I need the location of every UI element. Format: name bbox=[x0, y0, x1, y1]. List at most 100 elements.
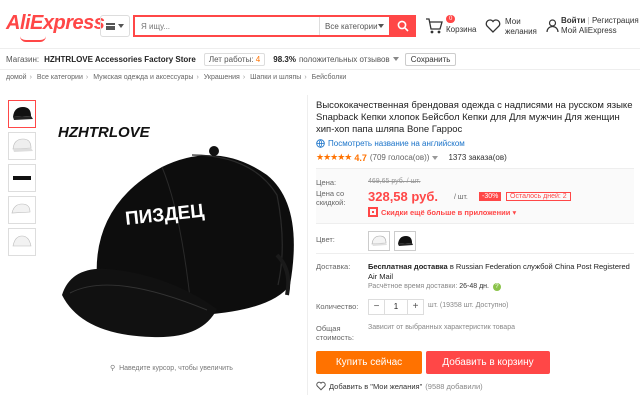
shipping-method[interactable]: Бесплатная доставка в Russian Federation… bbox=[368, 262, 630, 282]
breadcrumb: домой › Все категории › Мужская одежда и а… bbox=[6, 74, 347, 81]
total-label-line2: стоимость: bbox=[316, 333, 354, 342]
shipping-label: Доставка: bbox=[316, 262, 351, 271]
price-label: Цена: bbox=[316, 178, 337, 187]
store-rating-label[interactable]: положительных отзывов bbox=[299, 55, 390, 64]
search-category-select[interactable]: Все категории bbox=[319, 17, 389, 35]
magnifier-icon: ⚲ bbox=[110, 365, 116, 372]
store-years-label: Лет работы: bbox=[208, 54, 254, 64]
column-divider bbox=[307, 95, 308, 395]
cart-link[interactable]: 0 Корзина bbox=[425, 15, 481, 39]
quantity-row: Количество: − 1 + шт. (19358 шт. Доступн… bbox=[316, 299, 634, 315]
user-icon bbox=[546, 19, 559, 33]
breadcrumb-item[interactable]: Мужская одежда и аксессуары bbox=[93, 74, 193, 81]
menu-icon bbox=[106, 22, 115, 30]
cart-label: Корзина bbox=[446, 25, 477, 34]
cart-icon bbox=[426, 18, 443, 34]
chevron-down-icon bbox=[378, 24, 384, 28]
add-to-wishlist-link[interactable]: Добавить в "Мои желания" (9588 добавили) bbox=[316, 381, 483, 391]
search-category-label: Все категории bbox=[325, 21, 378, 31]
categories-menu-button[interactable] bbox=[100, 15, 130, 37]
product-info: Высококачественная брендовая одежда с на… bbox=[316, 100, 634, 163]
wishlist-link[interactable]: Мои желания bbox=[485, 15, 545, 41]
discount-badge: -30% bbox=[479, 192, 502, 201]
chevron-down-icon: ▾ bbox=[512, 208, 517, 217]
days-left-badge: Осталось дней: 2 bbox=[506, 192, 571, 201]
breadcrumb-item[interactable]: Шапки и шляпы bbox=[250, 74, 301, 81]
orders-count: 1373 заказа(ов) bbox=[448, 153, 507, 162]
chevron-down-icon[interactable] bbox=[432, 155, 439, 160]
rating-row: ★★★★★ 4.7 (709 голоса(ов)) 1373 заказа(о… bbox=[316, 152, 634, 163]
translate-title-link[interactable]: Посмотреть название на английском bbox=[316, 139, 634, 148]
thumbnail-black-cap[interactable] bbox=[8, 100, 36, 128]
wishlist-label: Мои желания bbox=[505, 17, 537, 36]
old-price: 469,65 руб. / шт. bbox=[368, 178, 421, 185]
delivery-time-value: 26-48 дн. bbox=[459, 283, 489, 290]
thumbnail-white-cap-side[interactable] bbox=[8, 196, 36, 224]
account-area: Войти | Регистрация Мой AliExpress bbox=[546, 15, 640, 41]
discount-price-label-line1: Цена со bbox=[316, 189, 345, 198]
main-product-image[interactable]: HZHTRLOVE ПИЗДЕЦ bbox=[42, 95, 304, 363]
delivery-time-label: Расчётное время доставки: bbox=[368, 283, 458, 290]
buy-now-button[interactable]: Купить сейчас bbox=[316, 351, 422, 374]
total-label-line1: Общая bbox=[316, 324, 341, 333]
thumbnail-white-cap[interactable] bbox=[8, 132, 36, 160]
app-promo-link[interactable]: Скидки ещё больше в приложении ▾ bbox=[381, 208, 516, 217]
heart-icon bbox=[485, 19, 501, 33]
login-link[interactable]: Войти bbox=[561, 16, 585, 25]
aliexpress-logo[interactable]: AliExpress bbox=[6, 12, 105, 35]
price-box: Цена: 469,65 руб. / шт. Цена со скидкой:… bbox=[316, 168, 634, 224]
qr-code-icon[interactable] bbox=[368, 207, 378, 217]
quantity-input[interactable]: 1 bbox=[384, 300, 408, 314]
section-divider bbox=[316, 253, 634, 254]
color-label: Цвет: bbox=[316, 235, 335, 244]
store-prefix: Магазин: bbox=[6, 54, 40, 64]
logo-smile-icon bbox=[20, 36, 46, 42]
breadcrumb-item[interactable]: Все категории bbox=[37, 74, 83, 81]
app-promo-label: Скидки ещё больше в приложении bbox=[381, 208, 511, 217]
zoom-hint: ⚲ Наведите курсор, чтобы увеличить bbox=[110, 364, 233, 372]
store-years-badge: Лет работы: 4 bbox=[203, 52, 266, 66]
wishlist-count: (9588 добавили) bbox=[425, 381, 483, 391]
register-link[interactable]: Регистрация bbox=[592, 16, 639, 25]
quantity-increase-button[interactable]: + bbox=[408, 300, 423, 314]
breadcrumb-item[interactable]: Бейсболки bbox=[312, 74, 347, 81]
breadcrumb-item[interactable]: домой bbox=[6, 74, 27, 81]
chevron-down-icon bbox=[118, 24, 124, 28]
help-icon[interactable]: ? bbox=[492, 283, 501, 291]
cap-image: HZHTRLOVE ПИЗДЕЦ bbox=[58, 124, 294, 338]
my-aliexpress-link[interactable]: Мой AliExpress bbox=[561, 26, 617, 35]
color-swatch-white[interactable] bbox=[368, 231, 390, 251]
search-button[interactable] bbox=[389, 15, 416, 37]
quantity-decrease-button[interactable]: − bbox=[369, 300, 384, 314]
store-rating-value: 98.3% bbox=[273, 54, 296, 64]
search-input[interactable] bbox=[135, 17, 319, 35]
add-to-wishlist-label: Добавить в "Мои желания" bbox=[329, 381, 423, 391]
search-icon bbox=[397, 20, 409, 32]
translate-title-label: Посмотреть название на английском bbox=[328, 139, 465, 148]
color-swatch-black[interactable] bbox=[394, 231, 416, 251]
product-title: Высококачественная брендовая одежда с на… bbox=[316, 100, 633, 135]
store-bar: Магазин: HZHTRLOVE Accessories Factory S… bbox=[0, 48, 640, 70]
store-years-value: 4 bbox=[255, 54, 261, 64]
store-name-link[interactable]: HZHTRLOVE Accessories Factory Store bbox=[44, 55, 196, 64]
thumbnail-cap-text[interactable] bbox=[8, 164, 36, 192]
thumbnail-white-cap-back[interactable] bbox=[8, 228, 36, 256]
top-header: AliExpress Все категории 0 Корзина Мои ж… bbox=[0, 0, 640, 48]
brand-watermark: HZHTRLOVE bbox=[58, 124, 151, 141]
discount-price: 328,58 руб. bbox=[368, 189, 439, 204]
save-store-button[interactable]: Сохранить bbox=[404, 52, 457, 66]
thumbnail-list bbox=[8, 100, 38, 260]
quantity-available: шт. (19358 шт. Доступно) bbox=[428, 302, 509, 309]
search-bar: Все категории bbox=[133, 15, 389, 37]
globe-icon bbox=[316, 139, 325, 148]
free-shipping-text: Бесплатная доставка bbox=[368, 262, 448, 271]
delivery-time: Расчётное время доставки: 26-48 дн. ? bbox=[368, 283, 501, 291]
add-to-cart-button[interactable]: Добавить в корзину bbox=[426, 351, 550, 374]
breadcrumb-item[interactable]: Украшения bbox=[204, 74, 240, 81]
chevron-down-icon[interactable] bbox=[392, 57, 399, 61]
rating-votes-link[interactable]: (709 голоса(ов)) bbox=[370, 153, 430, 162]
price-per-unit: / шт. bbox=[454, 194, 468, 201]
zoom-hint-text: Наведите курсор, чтобы увеличить bbox=[119, 365, 233, 372]
quantity-label: Количество: bbox=[316, 302, 359, 311]
quantity-stepper: − 1 + bbox=[368, 299, 424, 315]
